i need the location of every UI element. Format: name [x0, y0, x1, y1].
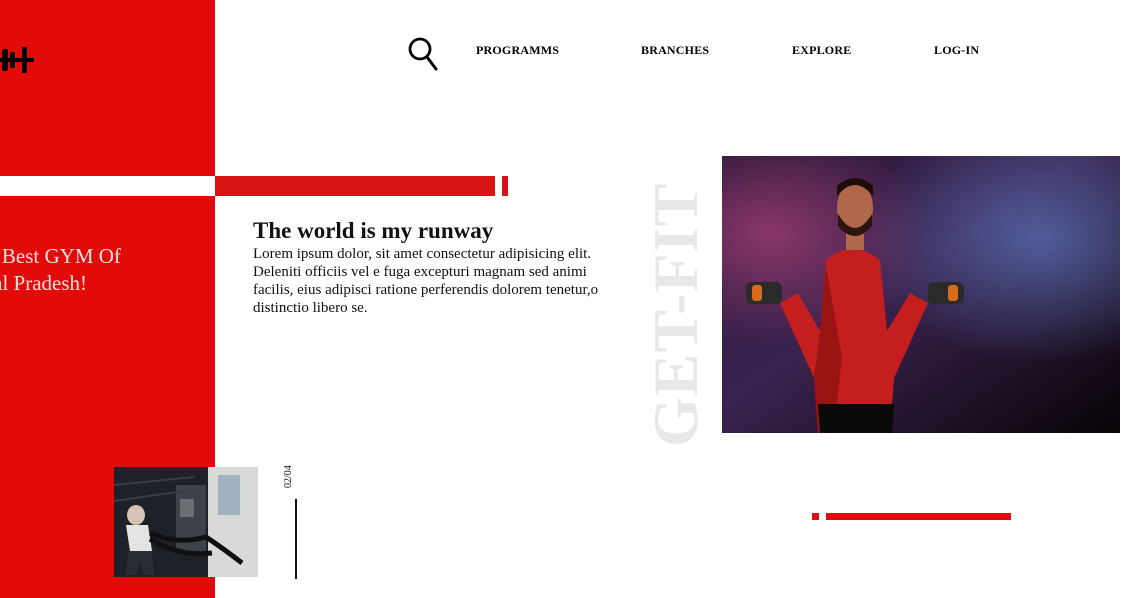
tagline-line-1: The Best GYM Of [0, 244, 121, 268]
accent-bar-mark [502, 176, 508, 196]
tagline: The Best GYM Of achal Pradesh! [0, 243, 204, 297]
search-icon[interactable] [407, 36, 439, 72]
dumbbell-icon[interactable] [0, 40, 34, 80]
slide-counter: 02/04 [283, 465, 294, 489]
hero-photo [722, 156, 1120, 433]
hero-headline: The world is my runway [253, 218, 494, 243]
nav-explore[interactable]: EXPLORE [792, 43, 851, 58]
gym-thumbnail[interactable] [114, 467, 258, 577]
nav-log-in[interactable]: LOG-IN [934, 43, 979, 58]
brand-watermark: GET-FIT [640, 182, 711, 448]
tagline-line-2: achal Pradesh! [0, 271, 88, 295]
slide-counter-line [295, 499, 297, 579]
slider-indicator-dot [812, 513, 819, 520]
slider-indicator-bar [826, 513, 1011, 520]
nav-branches[interactable]: BRANCHES [641, 43, 709, 58]
nav-programms[interactable]: PROGRAMMS [476, 43, 559, 58]
sidebar-divider [0, 176, 215, 196]
accent-bar [215, 176, 495, 196]
hero-body: Lorem ipsum dolor, sit amet consectetur … [253, 246, 599, 316]
